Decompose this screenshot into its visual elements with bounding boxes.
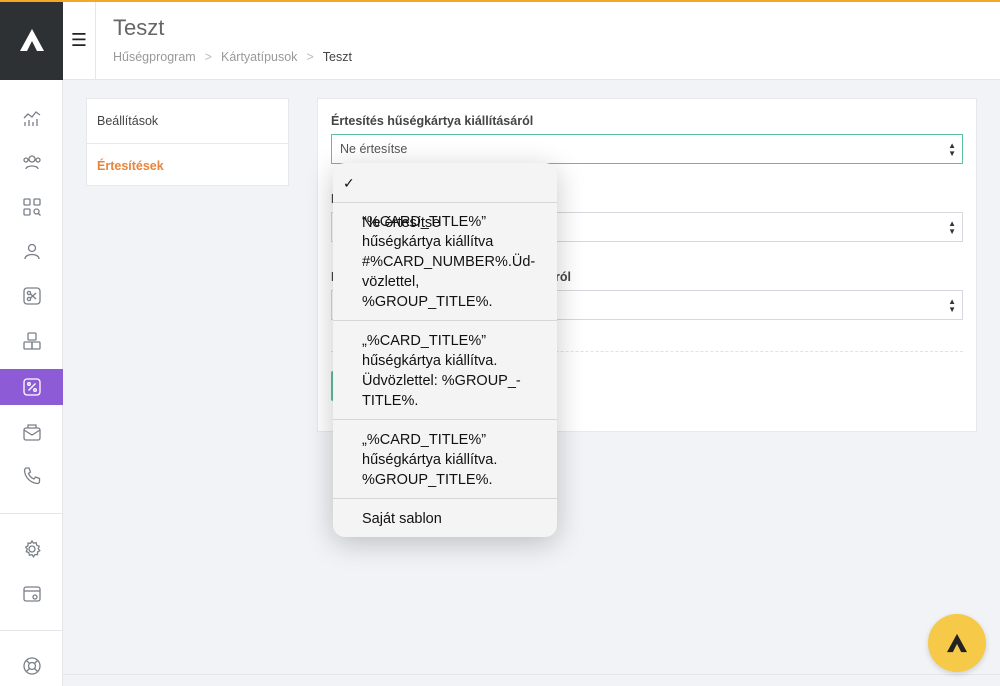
mail-box-icon — [22, 424, 41, 441]
select-arrows-icon: ▲ ▼ — [948, 141, 956, 158]
tab-notifications[interactable]: Értesítések — [87, 143, 288, 187]
card-settings-icon — [22, 586, 41, 602]
brand-logo-icon — [19, 29, 44, 51]
page-header: ☰ Teszt Hűségprogram > Kártyatípusok > T… — [63, 0, 1000, 80]
sidebar-item-help[interactable] — [0, 648, 63, 684]
scissors-icon — [22, 287, 41, 305]
brand-logo[interactable] — [0, 0, 63, 80]
footer-divider — [63, 674, 1000, 675]
breadcrumb-item-loyalty[interactable]: Hűségprogram — [113, 50, 196, 64]
sidebar-item-users[interactable] — [0, 144, 63, 180]
select-dropdown-menu: ✓ Ne értesítse “%CARD_TITLE%” hűségkárty… — [333, 163, 557, 537]
lifebuoy-icon — [22, 657, 41, 675]
top-accent-line — [0, 0, 1000, 2]
user-icon — [23, 243, 40, 260]
option-separator — [333, 202, 557, 203]
menu-toggle-button[interactable]: ☰ — [63, 0, 96, 80]
brand-logo-icon — [947, 633, 967, 653]
select-arrows-icon: ▲ ▼ — [948, 297, 956, 314]
dropdown-option-template-3[interactable]: „%CARD_TITLE%” hűségkártya kiállítva. %G… — [333, 430, 557, 490]
option-separator — [333, 320, 557, 321]
grid-search-icon — [22, 198, 41, 216]
percent-icon — [22, 378, 41, 396]
sidebar-item-loyalty[interactable] — [0, 369, 63, 405]
sidebar-item-messages[interactable] — [0, 414, 63, 450]
hamburger-icon: ☰ — [70, 29, 88, 50]
page-title: Teszt — [113, 15, 165, 40]
option-separator — [333, 419, 557, 420]
settings-tabs: Beállítások Értesítések — [86, 98, 289, 186]
analytics-icon — [23, 111, 40, 126]
sidebar-item-user[interactable] — [0, 233, 63, 269]
field-label-3-suffix: ról — [555, 270, 571, 284]
tab-settings[interactable]: Beállítások — [87, 99, 288, 143]
option-separator — [333, 498, 557, 499]
gear-icon — [24, 539, 41, 558]
dropdown-option-custom[interactable]: Saját sablon — [333, 509, 557, 529]
breadcrumb: Hűségprogram > Kártyatípusok > Teszt — [113, 50, 352, 64]
sidebar — [0, 80, 63, 686]
breadcrumb-item-current: Teszt — [322, 50, 352, 64]
sidebar-separator — [0, 513, 63, 514]
breadcrumb-item-card-types[interactable]: Kártyatípusok — [221, 50, 297, 64]
sidebar-item-products[interactable] — [0, 323, 63, 359]
phone-icon — [23, 467, 40, 485]
sidebar-item-coupons[interactable] — [0, 278, 63, 314]
card-issue-notification-select[interactable]: Ne értesítse ▲ ▼ — [331, 134, 963, 164]
dropdown-option-template-1[interactable]: “%CARD_TITLE%” hűségkártya kiállítva #%C… — [333, 212, 557, 312]
select-value: Ne értesítse — [340, 142, 408, 156]
checkmark-icon: ✓ — [343, 175, 355, 191]
sidebar-item-settings[interactable] — [0, 531, 63, 567]
breadcrumb-separator: > — [204, 50, 212, 64]
sidebar-item-phone[interactable] — [0, 458, 63, 494]
sidebar-item-grid[interactable] — [0, 189, 63, 225]
sidebar-separator — [0, 630, 63, 631]
sidebar-item-card-settings[interactable] — [0, 576, 63, 612]
chat-launcher-button[interactable] — [928, 614, 986, 672]
dropdown-option-template-2[interactable]: „%CARD_TITLE%” hűségkártya kiállítva. Üd… — [333, 331, 557, 411]
boxes-icon — [22, 332, 41, 350]
sidebar-item-analytics[interactable] — [0, 100, 63, 136]
users-icon — [22, 155, 41, 170]
select-arrows-icon: ▲ ▼ — [948, 219, 956, 236]
breadcrumb-separator: > — [306, 50, 314, 64]
field-label-card-issue: Értesítés hűségkártya kiállításáról — [331, 114, 534, 128]
